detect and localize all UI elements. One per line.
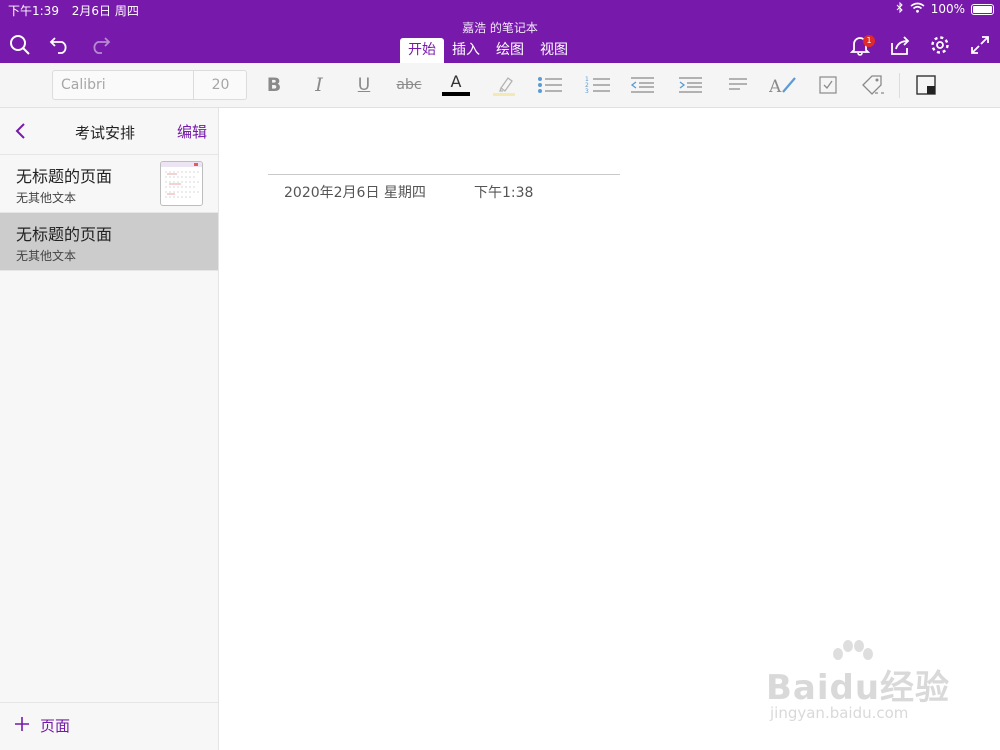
svg-text:3: 3 — [585, 88, 589, 95]
page-list-item[interactable]: 无标题的页面 无其他文本 — [0, 155, 218, 213]
italic-button[interactable]: I — [306, 74, 332, 96]
add-page-label: 页面 — [40, 717, 71, 735]
status-date: 2月6日 周四 — [71, 4, 139, 18]
indent-icon[interactable] — [676, 74, 704, 96]
bullet-list-icon[interactable] — [536, 74, 564, 96]
undo-icon[interactable] — [48, 33, 72, 57]
todo-checkbox-icon[interactable] — [814, 74, 842, 96]
underline-button[interactable]: U — [351, 74, 377, 96]
watermark-url: jingyan.baidu.com — [770, 704, 909, 722]
page-date: 2020年2月6日 星期四 — [284, 185, 426, 201]
battery-icon — [971, 3, 994, 15]
redo-icon[interactable] — [88, 33, 112, 57]
page-item-title: 无标题的页面 — [16, 167, 113, 186]
font-name-value[interactable]: Calibri — [61, 77, 106, 93]
page-item-subtitle: 无其他文本 — [16, 191, 77, 205]
status-bar-left: 下午1:39 2月6日 周四 — [8, 2, 148, 19]
page-item-title: 无标题的页面 — [16, 225, 113, 244]
font-color-button[interactable]: A — [441, 74, 471, 96]
tag-icon[interactable] — [858, 74, 888, 96]
tab-view[interactable]: 视图 — [532, 38, 576, 63]
search-icon[interactable] — [8, 33, 32, 57]
sticky-note-icon[interactable] — [912, 74, 940, 96]
toolbar-divider — [899, 73, 900, 98]
bold-button[interactable]: B — [261, 74, 287, 96]
tab-insert[interactable]: 插入 — [444, 38, 488, 63]
svg-text:A: A — [769, 77, 782, 96]
page-thumbnail — [160, 161, 203, 206]
ribbon-tabs: 开始 插入 绘图 视图 — [400, 38, 576, 63]
font-color-letter: A — [450, 72, 462, 91]
styles-icon[interactable]: A — [768, 74, 798, 96]
status-bar-right: 100% — [896, 1, 994, 16]
highlighter-icon[interactable] — [489, 74, 519, 96]
expand-icon[interactable] — [968, 33, 992, 57]
numbered-list-icon[interactable]: 123 — [584, 74, 612, 96]
gear-icon[interactable] — [928, 33, 952, 57]
bluetooth-icon — [896, 1, 904, 16]
edit-button[interactable]: 编辑 — [177, 121, 207, 142]
strikethrough-button[interactable]: abc — [394, 74, 424, 96]
font-size-value[interactable]: 20 — [193, 77, 248, 93]
formatting-toolbar: Calibri 20 B I U abc A 123 A — [0, 63, 1000, 108]
baidu-watermark: Baidu经验 jingyan.baidu.com — [766, 640, 956, 730]
tab-home[interactable]: 开始 — [400, 38, 444, 63]
outdent-icon[interactable] — [628, 74, 656, 96]
paragraph-align-icon[interactable] — [724, 74, 752, 96]
sidebar-header: 考试安排 编辑 — [0, 108, 218, 155]
app-header: 下午1:39 2月6日 周四 100% 嘉浩 的笔记本 开始 插入 绘图 视图 … — [0, 0, 1000, 63]
wifi-icon — [910, 2, 925, 16]
font-color-swatch — [442, 92, 470, 96]
page-item-subtitle: 无其他文本 — [16, 249, 77, 263]
page-time: 下午1:38 — [474, 185, 534, 201]
page-title-line[interactable] — [268, 174, 620, 175]
tab-draw[interactable]: 绘图 — [488, 38, 532, 63]
sidebar-footer: 页面 — [0, 702, 218, 750]
share-icon[interactable] — [888, 33, 912, 57]
battery-percent: 100% — [930, 2, 965, 16]
plus-icon — [14, 716, 30, 736]
add-page-button[interactable]: 页面 — [14, 715, 70, 736]
notification-badge: 1 — [863, 35, 875, 47]
page-list-item-selected[interactable]: 无标题的页面 无其他文本 — [0, 213, 218, 271]
status-time: 下午1:39 — [8, 4, 59, 18]
font-picker[interactable]: Calibri 20 — [52, 70, 247, 100]
page-list-sidebar: 考试安排 编辑 无标题的页面 无其他文本 无标题的页面 无其他文本 页面 — [0, 108, 219, 750]
watermark-logo-text: Baidu经验 — [766, 668, 951, 708]
